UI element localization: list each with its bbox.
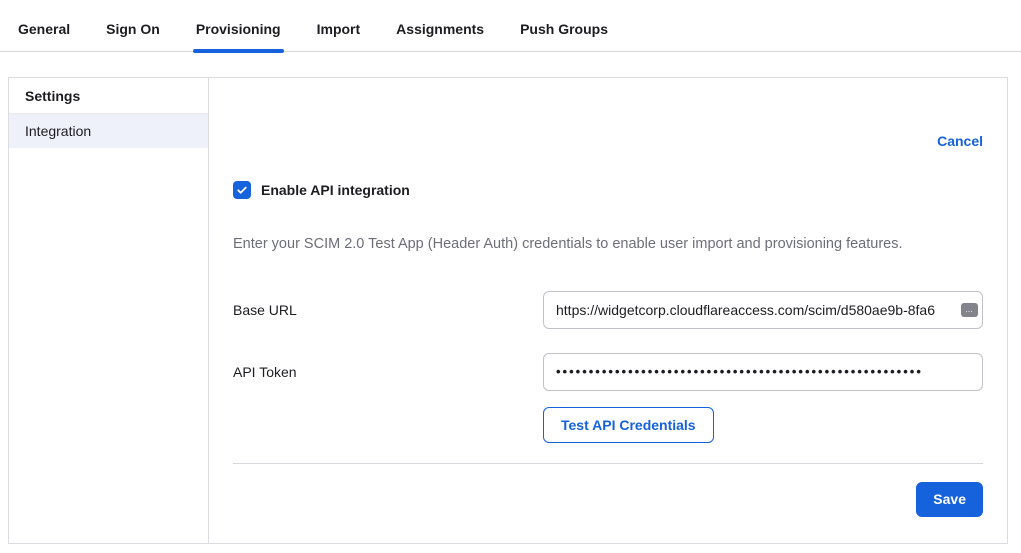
base-url-input[interactable] [543, 291, 983, 329]
api-token-input-wrap [543, 353, 983, 391]
base-url-input-wrap: … [543, 291, 983, 329]
tab-assignments[interactable]: Assignments [396, 21, 484, 51]
base-url-row: Base URL … [233, 291, 983, 329]
base-url-label: Base URL [233, 302, 543, 318]
api-token-label: API Token [233, 364, 543, 380]
integration-settings-form: Cancel Enable API integration Enter your… [209, 78, 1007, 543]
enable-api-label: Enable API integration [261, 182, 410, 198]
test-button-row: Test API Credentials [233, 407, 983, 443]
test-api-credentials-button[interactable]: Test API Credentials [543, 407, 714, 443]
tab-provisioning[interactable]: Provisioning [196, 21, 281, 51]
credentials-description: Enter your SCIM 2.0 Test App (Header Aut… [233, 235, 983, 255]
save-row: Save [233, 482, 983, 517]
api-token-input[interactable] [543, 353, 983, 391]
sidebar-item-integration[interactable]: Integration [9, 114, 208, 148]
enable-api-checkbox[interactable] [233, 181, 251, 199]
app-tabbar: General Sign On Provisioning Import Assi… [0, 0, 1021, 52]
checkmark-icon [236, 184, 248, 196]
provisioning-panel: Settings Integration Cancel Enable API i… [8, 77, 1008, 544]
cancel-row: Cancel [233, 78, 983, 149]
save-button[interactable]: Save [916, 482, 983, 517]
settings-sidebar: Settings Integration [9, 78, 209, 543]
enable-api-row: Enable API integration [233, 181, 983, 199]
tab-sign-on[interactable]: Sign On [106, 21, 160, 51]
footer-divider [233, 463, 983, 464]
input-overlay-icon[interactable]: … [961, 303, 978, 317]
cancel-button[interactable]: Cancel [937, 133, 983, 149]
tab-import[interactable]: Import [317, 21, 361, 51]
api-token-row: API Token [233, 353, 983, 391]
tab-general[interactable]: General [18, 21, 70, 51]
sidebar-header: Settings [9, 78, 208, 114]
tab-push-groups[interactable]: Push Groups [520, 21, 608, 51]
